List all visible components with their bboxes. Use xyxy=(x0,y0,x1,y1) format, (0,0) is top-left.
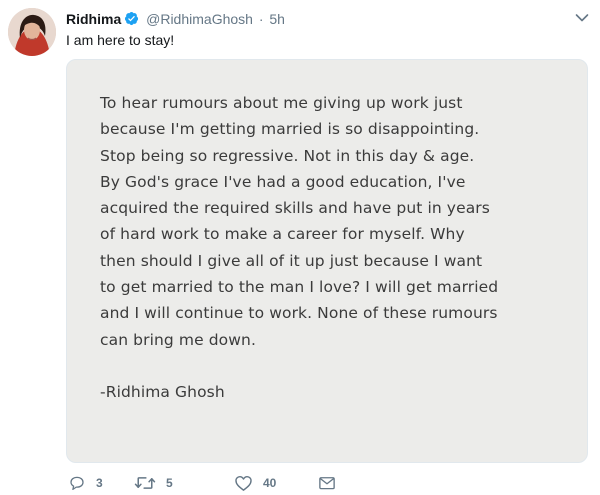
note-line: of hard work to make a career for myself… xyxy=(100,225,465,244)
note-line: By God's grace I've had a good education… xyxy=(100,172,466,191)
chevron-down-icon[interactable] xyxy=(574,10,590,26)
retweet-button[interactable]: 5 xyxy=(134,473,173,493)
note-line: can bring me down. xyxy=(100,330,256,349)
attached-image[interactable]: To hear rumours about me giving up work … xyxy=(66,59,588,463)
tweet-text: I am here to stay! xyxy=(66,32,175,48)
note-line: then should I give all of it up just bec… xyxy=(100,251,483,270)
like-count: 40 xyxy=(263,476,277,490)
note-signature: -Ridhima Ghosh xyxy=(100,382,225,401)
tweet-timestamp[interactable]: 5h xyxy=(269,11,285,27)
separator-dot: · xyxy=(258,11,264,27)
user-handle[interactable]: @RidhimaGhosh xyxy=(146,11,253,27)
note-line: Stop being so regressive. Not in this da… xyxy=(100,146,475,165)
retweet-count: 5 xyxy=(166,476,173,490)
reply-count: 3 xyxy=(96,476,103,490)
tweet-header: Ridhima @RidhimaGhosh · 5h xyxy=(66,9,560,29)
reply-button[interactable]: 3 xyxy=(68,473,103,493)
statement-note: To hear rumours about me giving up work … xyxy=(100,90,570,405)
reply-icon xyxy=(70,476,84,491)
direct-message-button[interactable] xyxy=(318,473,336,493)
note-line: because I'm getting married is so disapp… xyxy=(100,120,480,139)
note-line: acquired the required skills and have pu… xyxy=(100,199,490,218)
envelope-icon xyxy=(319,477,335,490)
tweet-actions: 3 5 40 xyxy=(66,473,366,493)
avatar[interactable] xyxy=(8,8,56,56)
display-name[interactable]: Ridhima xyxy=(66,11,121,27)
like-button[interactable]: 40 xyxy=(234,473,276,493)
note-line: to get married to the man I love? I will… xyxy=(100,278,499,297)
note-line: To hear rumours about me giving up work … xyxy=(100,94,463,112)
heart-icon xyxy=(235,475,252,491)
avatar-image xyxy=(8,8,56,56)
note-line: and I will continue to work. None of the… xyxy=(100,304,498,323)
tweet[interactable]: Ridhima @RidhimaGhosh · 5h I am here to … xyxy=(0,0,600,495)
retweet-icon xyxy=(134,477,156,489)
verified-badge-icon xyxy=(125,11,139,26)
